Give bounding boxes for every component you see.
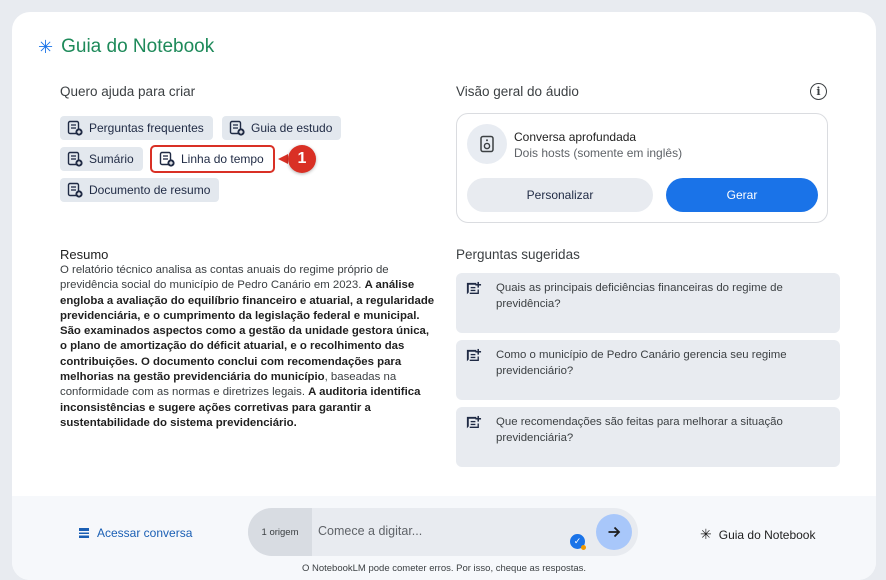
- speaker-icon: [467, 124, 507, 164]
- generate-button[interactable]: Gerar: [666, 178, 818, 212]
- summary-segment-bold: A análise engloba a avaliação do equilíb…: [60, 279, 435, 384]
- open-chat-button[interactable]: Acessar conversa: [78, 526, 192, 540]
- info-icon[interactable]: i: [810, 83, 827, 100]
- note-icon: [67, 182, 83, 198]
- annotation-pointer: [278, 154, 288, 164]
- sparkle-icon: ✳: [38, 37, 54, 57]
- arrow-right-icon: [608, 526, 621, 538]
- summary-text: O relatório técnico analisa as contas an…: [60, 263, 438, 431]
- audio-overview-label: Visão geral do áudio: [456, 84, 579, 99]
- page-title: Guia do Notebook: [61, 36, 215, 57]
- question-text: Que recomendações são feitas para melhor…: [496, 416, 783, 444]
- suggested-question[interactable]: Que recomendações são feitas para melhor…: [456, 407, 840, 467]
- status-dot: [581, 545, 586, 550]
- chip-timeline[interactable]: Linha do tempo: [150, 145, 275, 173]
- chip-table-of-contents[interactable]: Sumário: [60, 147, 143, 171]
- chat-input[interactable]: [318, 521, 558, 541]
- suggested-question[interactable]: Quais as principais deficiências finance…: [456, 273, 840, 333]
- note-icon: [159, 151, 175, 167]
- suggested-question[interactable]: Como o município de Pedro Canário gerenc…: [456, 340, 840, 400]
- panel-header: ✳ Guia do Notebook: [38, 36, 214, 58]
- question-text: Como o município de Pedro Canário gerenc…: [496, 349, 787, 377]
- source-count[interactable]: 1 origem: [248, 508, 312, 556]
- chat-panel-icon: [79, 528, 89, 538]
- chat-add-icon: [466, 281, 482, 295]
- notebook-guide-button[interactable]: ✳ Guia do Notebook: [700, 526, 815, 543]
- send-button[interactable]: [596, 514, 632, 550]
- summary-heading: Resumo: [60, 247, 109, 262]
- annotation-badge: 1: [288, 145, 316, 173]
- customize-button[interactable]: Personalizar: [467, 178, 653, 212]
- chip-study-guide[interactable]: Guia de estudo: [222, 116, 342, 140]
- suggested-questions-label: Perguntas sugeridas: [456, 247, 580, 262]
- open-chat-label: Acessar conversa: [97, 526, 193, 540]
- audio-subtitle: Dois hosts (somente em inglês): [514, 146, 683, 160]
- note-icon: [229, 120, 245, 136]
- chip-label: Linha do tempo: [181, 152, 264, 166]
- chip-faq[interactable]: Perguntas frequentes: [60, 116, 213, 140]
- chip-label: Documento de resumo: [89, 183, 211, 197]
- note-icon: [67, 151, 83, 167]
- summary-segment: O relatório técnico analisa as contas an…: [60, 264, 389, 292]
- sparkle-icon: ✳: [700, 526, 712, 542]
- chip-label: Guia de estudo: [251, 121, 333, 135]
- question-text: Quais as principais deficiências finance…: [496, 282, 783, 310]
- chip-briefing-doc[interactable]: Documento de resumo: [60, 178, 220, 202]
- disclaimer: O NotebookLM pode cometer erros. Por iss…: [301, 563, 587, 574]
- chip-label: Sumário: [89, 152, 134, 166]
- notebook-guide-panel: ✳ Guia do Notebook Quero ajuda para cria…: [12, 12, 876, 580]
- chat-add-icon: [466, 348, 482, 362]
- notebook-guide-label: Guia do Notebook: [718, 527, 816, 542]
- chip-label: Perguntas frequentes: [89, 121, 204, 135]
- audio-overview-card: Conversa aprofundada Dois hosts (somente…: [456, 113, 828, 223]
- create-help-label: Quero ajuda para criar: [60, 84, 196, 99]
- chat-footer: Acessar conversa 1 origem ✓ ✳ Guia do No…: [12, 496, 876, 580]
- chat-input-bar: 1 origem ✓: [248, 508, 638, 556]
- chat-add-icon: [466, 415, 482, 429]
- note-icon: [67, 120, 83, 136]
- audio-title: Conversa aprofundada: [514, 130, 637, 144]
